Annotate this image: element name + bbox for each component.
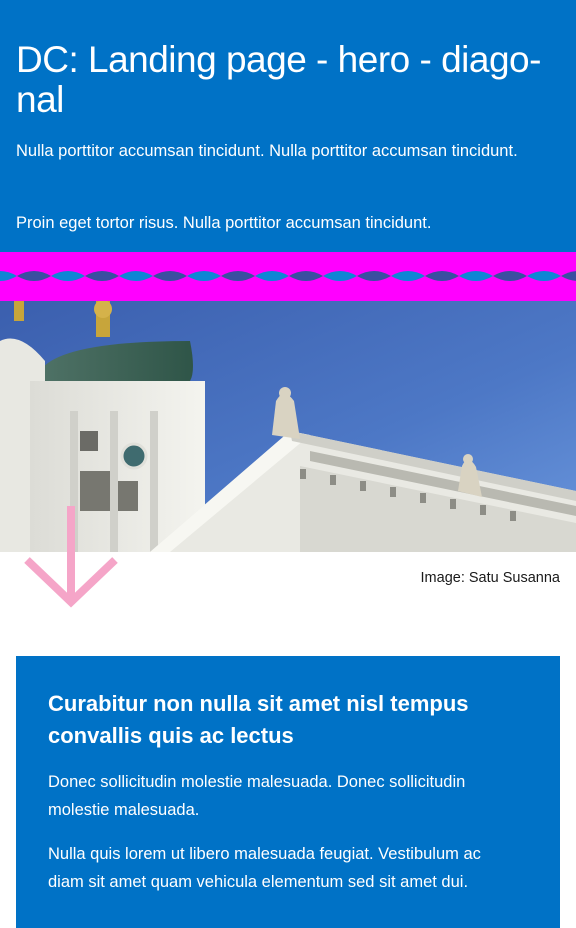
- hero-section: DC: Landing page - hero - diago-nal Null…: [0, 0, 576, 252]
- wave-divider: [0, 252, 576, 301]
- card-paragraph-1: Donec sollicitudin molestie malesuada. D…: [48, 773, 466, 819]
- hero-paragraph-1: Nulla porttitor accumsan tincidunt. Null…: [16, 142, 518, 160]
- hero-paragraph-2: Proin eget tortor risus. Nulla porttitor…: [16, 214, 432, 232]
- content-card: Curabitur non nulla sit amet nisl tempus…: [16, 656, 560, 928]
- card-title: Curabitur non nulla sit amet nisl tempus…: [48, 691, 469, 748]
- card-paragraph-2: Nulla quis lorem ut libero malesuada feu…: [48, 845, 481, 891]
- arrow-down-icon[interactable]: [24, 506, 118, 608]
- image-caption: Image: Satu Susanna: [420, 570, 560, 586]
- hero-title: DC: Landing page - hero - diago-nal: [16, 39, 541, 120]
